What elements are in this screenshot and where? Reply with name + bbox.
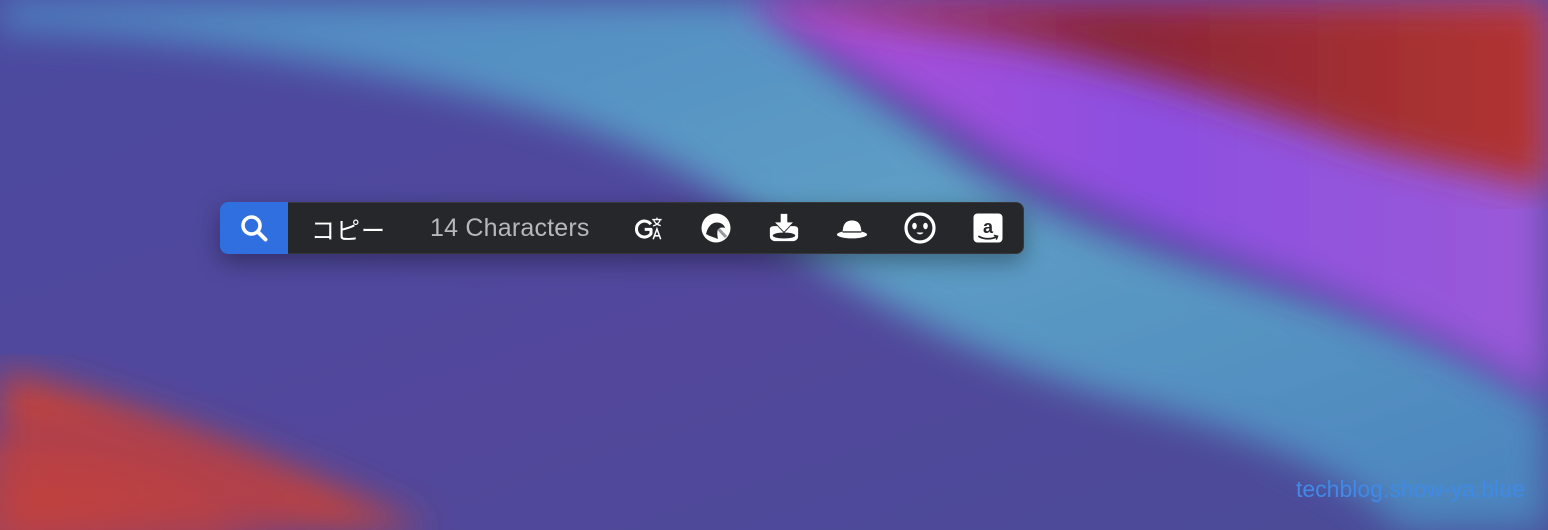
- deepl-button[interactable]: [700, 212, 732, 244]
- bowler-hat-icon: [836, 220, 868, 239]
- copy-button[interactable]: コピー: [311, 211, 386, 246]
- svg-text:a: a: [983, 217, 994, 237]
- google-translate-icon: [634, 217, 662, 240]
- amazon-button[interactable]: a: [972, 212, 1004, 244]
- download-tray-icon: [769, 213, 799, 242]
- save-download-button[interactable]: [768, 212, 800, 244]
- desktop-wallpaper: [0, 0, 1548, 530]
- search-icon: [241, 215, 268, 242]
- search-button[interactable]: [220, 202, 288, 254]
- translate-button[interactable]: [632, 212, 664, 244]
- wallpaper-gradient: [0, 0, 1548, 530]
- bowler-hat-button[interactable]: [836, 212, 868, 244]
- panda-face-icon: [904, 212, 936, 244]
- character-count-label: 14 Characters: [430, 213, 590, 242]
- amazon-icon: a: [973, 213, 1003, 243]
- panda-button[interactable]: [904, 212, 936, 244]
- watermark-text: techblog.show-ya.blue: [1296, 476, 1525, 502]
- deepl-icon: [701, 213, 731, 243]
- popclip-toolbar: コピー 14 Characters a: [220, 202, 1024, 254]
